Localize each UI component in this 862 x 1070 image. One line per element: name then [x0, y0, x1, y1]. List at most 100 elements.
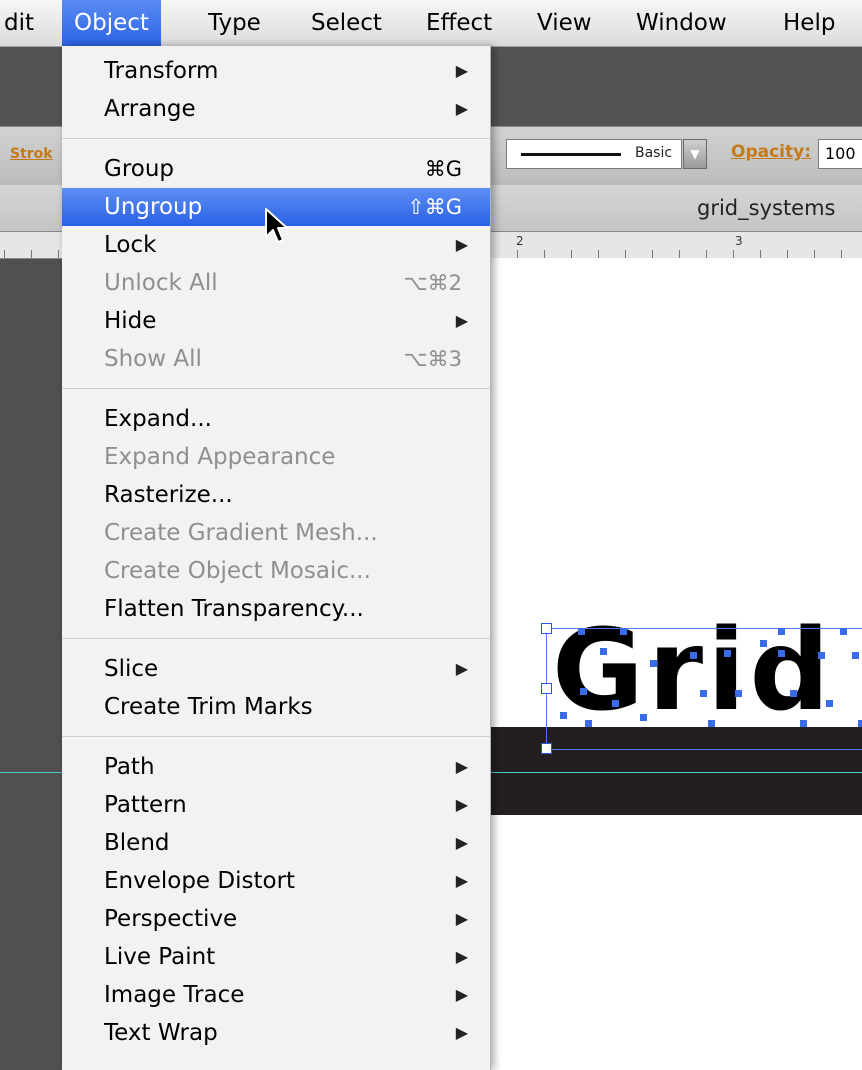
menu-item-label: Image Trace	[104, 982, 245, 1008]
menu-item-expand-appearance[interactable]: Expand Appearance	[62, 438, 490, 476]
ruler-tick	[760, 250, 761, 258]
menu-item-label: Create Object Mosaic...	[104, 558, 371, 584]
anchor-point[interactable]	[708, 720, 715, 727]
menu-item-expand[interactable]: Expand...	[62, 400, 490, 438]
anchor-point[interactable]	[735, 690, 742, 697]
ruler-tick	[652, 250, 653, 258]
document-tab-title[interactable]: grid_systems	[697, 196, 836, 220]
submenu-arrow-icon: ▶	[455, 61, 468, 80]
brush-name: Basic	[635, 145, 673, 161]
anchor-point[interactable]	[580, 688, 587, 695]
menu-item-blend[interactable]: Blend ▶	[62, 824, 490, 862]
anchor-point[interactable]	[620, 628, 627, 635]
opacity-label[interactable]: Opacity:	[731, 142, 811, 162]
chevron-down-icon: ▼	[690, 147, 700, 161]
anchor-point[interactable]	[826, 700, 833, 707]
ruler-tick	[517, 250, 518, 258]
menu-item-label: Flatten Transparency...	[104, 596, 364, 622]
ruler-tick	[58, 250, 59, 258]
menu-item-flatten-transparency[interactable]: Flatten Transparency...	[62, 590, 490, 628]
selection-handle[interactable]	[541, 743, 552, 754]
anchor-point[interactable]	[640, 714, 647, 721]
menu-effect[interactable]: Effect	[426, 0, 492, 46]
menu-item-hide[interactable]: Hide ▶	[62, 302, 490, 340]
menu-item-label: Path	[104, 754, 155, 780]
submenu-arrow-icon: ▶	[455, 947, 468, 966]
menu-item-label: Group	[104, 156, 175, 182]
menu-object[interactable]: Object	[62, 0, 161, 46]
anchor-point[interactable]	[578, 628, 585, 635]
anchor-point[interactable]	[690, 652, 697, 659]
menu-separator	[62, 638, 490, 639]
menu-item-group[interactable]: Group ⌘G	[62, 150, 490, 188]
anchor-point[interactable]	[724, 650, 731, 657]
anchor-point[interactable]	[778, 650, 785, 657]
anchor-point[interactable]	[778, 628, 785, 635]
menu-item-label: Expand...	[104, 406, 212, 432]
menu-item-slice[interactable]: Slice ▶	[62, 650, 490, 688]
anchor-point[interactable]	[760, 640, 767, 647]
anchor-point[interactable]	[840, 628, 847, 635]
ruler-tick	[841, 250, 842, 258]
anchor-point[interactable]	[650, 660, 657, 667]
selection-bounding-box[interactable]	[546, 628, 862, 750]
submenu-arrow-icon: ▶	[455, 311, 468, 330]
anchor-point[interactable]	[800, 720, 807, 727]
anchor-point[interactable]	[790, 690, 797, 697]
menu-select[interactable]: Select	[311, 0, 382, 46]
anchor-point[interactable]	[858, 720, 862, 727]
stroke-label[interactable]: Strok	[10, 146, 53, 162]
ruler-tick	[598, 250, 599, 258]
menu-window[interactable]: Window	[636, 0, 727, 46]
menu-item-text-wrap[interactable]: Text Wrap ▶	[62, 1014, 490, 1052]
submenu-arrow-icon: ▶	[455, 833, 468, 852]
submenu-arrow-icon: ▶	[455, 99, 468, 118]
brush-dropdown-button[interactable]: ▼	[683, 139, 707, 169]
menu-item-unlock-all[interactable]: Unlock All ⌥⌘2	[62, 264, 490, 302]
menu-item-create-gradient-mesh[interactable]: Create Gradient Mesh...	[62, 514, 490, 552]
menu-item-rasterize[interactable]: Rasterize...	[62, 476, 490, 514]
menu-bar: dit Object Type Select Effect View Windo…	[0, 0, 862, 47]
menu-item-arrange[interactable]: Arrange ▶	[62, 90, 490, 128]
brush-definition-field[interactable]: Basic	[506, 139, 682, 169]
menu-item-perspective[interactable]: Perspective ▶	[62, 900, 490, 938]
anchor-point[interactable]	[600, 648, 607, 655]
selection-handle[interactable]	[541, 683, 552, 694]
menu-separator	[62, 138, 490, 139]
menu-item-label: Transform	[104, 58, 219, 84]
anchor-point[interactable]	[700, 690, 707, 697]
anchor-point[interactable]	[818, 652, 825, 659]
selection-handle[interactable]	[541, 623, 552, 634]
menu-item-envelope-distort[interactable]: Envelope Distort ▶	[62, 862, 490, 900]
ruler-tick	[733, 250, 734, 258]
menu-item-shortcut: ⌥⌘2	[403, 271, 462, 295]
anchor-point[interactable]	[585, 720, 592, 727]
menu-item-image-trace[interactable]: Image Trace ▶	[62, 976, 490, 1014]
menu-item-label: Lock	[104, 232, 157, 258]
menu-item-transform[interactable]: Transform ▶	[62, 52, 490, 90]
menu-type[interactable]: Type	[208, 0, 261, 46]
menu-item-create-object-mosaic[interactable]: Create Object Mosaic...	[62, 552, 490, 590]
menu-view[interactable]: View	[537, 0, 592, 46]
submenu-arrow-icon: ▶	[455, 757, 468, 776]
menu-item-label: Show All	[104, 346, 202, 372]
opacity-field[interactable]: 100	[818, 139, 862, 169]
submenu-arrow-icon: ▶	[455, 985, 468, 1004]
menu-separator	[62, 736, 490, 737]
menu-edit[interactable]: dit	[4, 0, 34, 46]
menu-item-path[interactable]: Path ▶	[62, 748, 490, 786]
ruler-number: 2	[516, 234, 524, 248]
menu-item-label: Slice	[104, 656, 159, 682]
anchor-point[interactable]	[852, 652, 859, 659]
submenu-arrow-icon: ▶	[455, 1023, 468, 1042]
anchor-point[interactable]	[612, 700, 619, 707]
menu-help[interactable]: Help	[783, 0, 835, 46]
menu-item-label: Perspective	[104, 906, 238, 932]
menu-item-show-all[interactable]: Show All ⌥⌘3	[62, 340, 490, 378]
menu-item-pattern[interactable]: Pattern ▶	[62, 786, 490, 824]
menu-item-label: Live Paint	[104, 944, 216, 970]
anchor-point[interactable]	[560, 712, 567, 719]
menu-item-create-trim-marks[interactable]: Create Trim Marks	[62, 688, 490, 726]
menu-item-live-paint[interactable]: Live Paint ▶	[62, 938, 490, 976]
menu-item-label: Unlock All	[104, 270, 218, 296]
